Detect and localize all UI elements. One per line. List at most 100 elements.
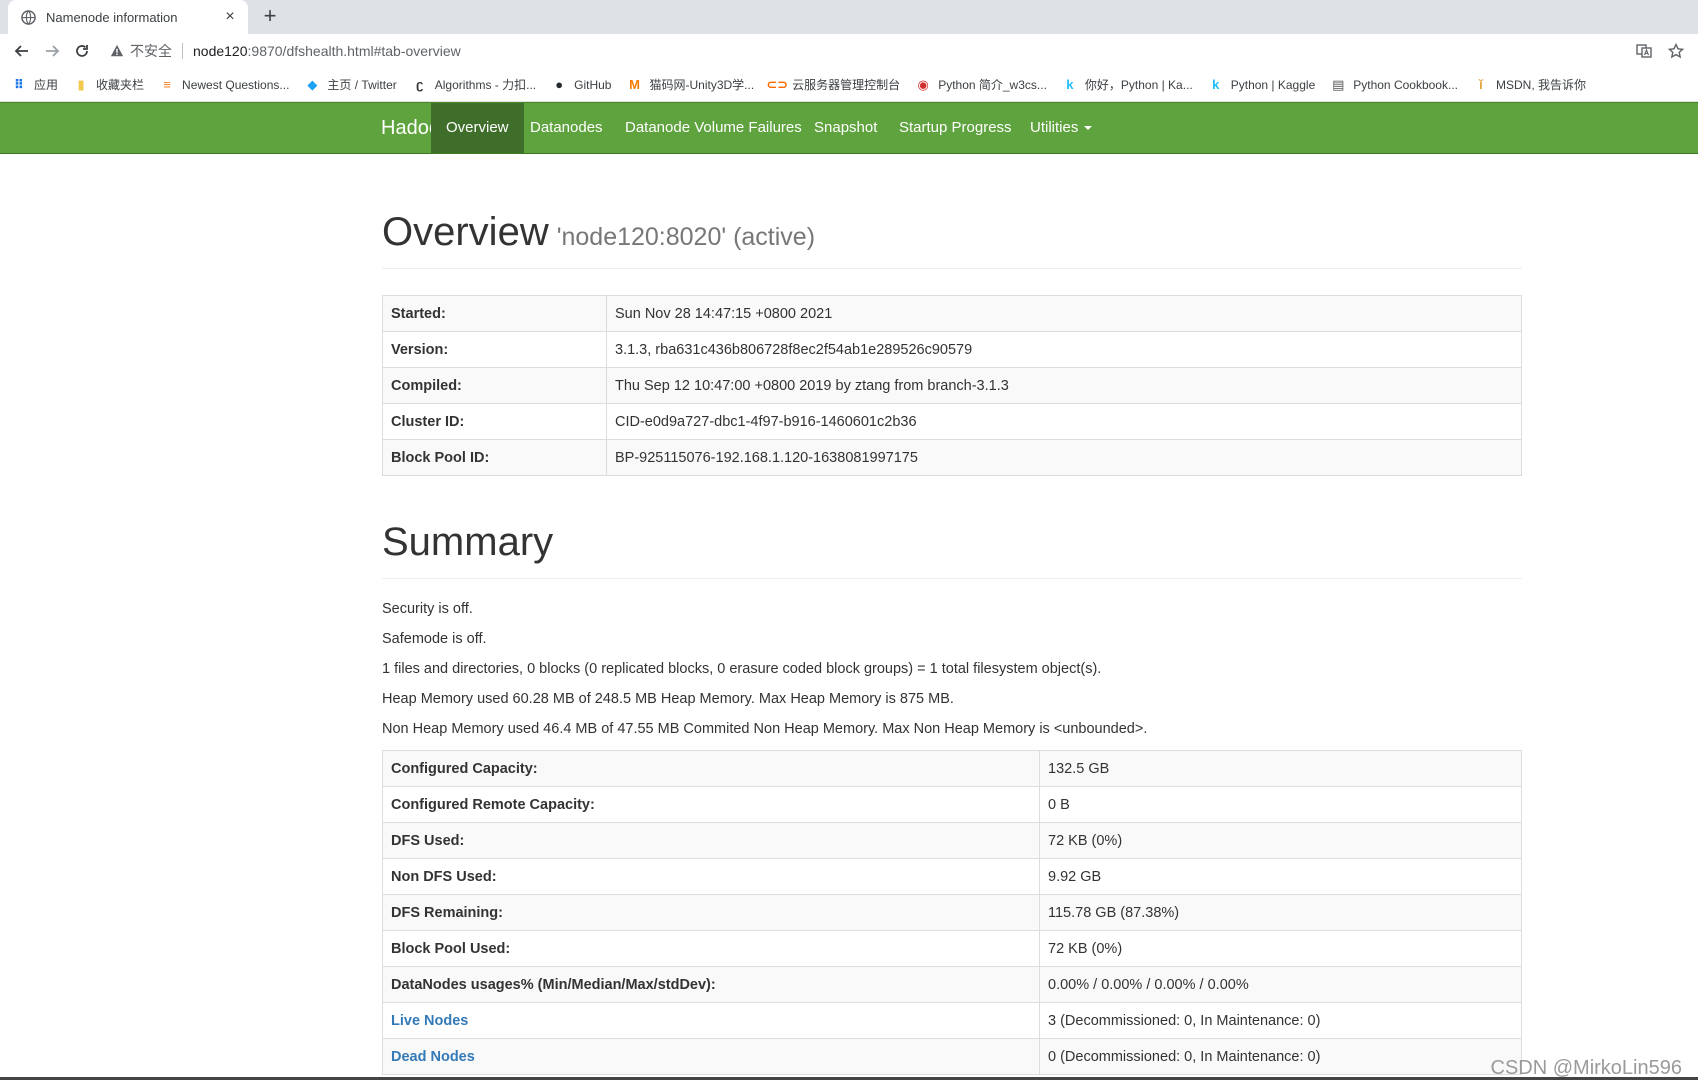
not-secure-label: 不安全 [130,43,172,59]
bookmark-item[interactable]: ⊂⊃ 云服务器管理控制台 [766,76,900,93]
dead-nodes-link[interactable]: Dead Nodes [391,1049,475,1065]
summary-key: DataNodes usages% (Min/Median/Max/stdDev… [382,966,1040,1003]
bookmark-item[interactable]: ʗ Algorithms - 力扣... [413,76,536,93]
nav-datanodes[interactable]: Datanodes [515,103,618,153]
bookmark-label: 应用 [34,78,59,92]
leetcode-icon: ʗ [416,77,424,92]
github-icon: ● [555,77,564,92]
nav-utilities-label: Utilities [1030,119,1079,136]
nav-startup-progress[interactable]: Startup Progress [884,103,1027,153]
security-status: Security is off. [382,601,473,617]
summary-key: Block Pool Used: [382,930,1040,967]
bookmark-item[interactable]: ▮ 收藏夹栏 [74,76,144,93]
translate-icon[interactable] [1636,43,1652,64]
overview-title-text: Overview [382,210,549,254]
aliyun-icon: ⊂⊃ [766,76,789,92]
tab-title: Namenode information [46,9,178,25]
msdn-icon: ǐ [1479,77,1483,92]
table-row: Cluster ID: CID-e0d9a727-dbc1-4f97-b916-… [382,403,1522,440]
browser-toolbar: 不安全 node120:9870/dfshealth.html#tab-over… [0,34,1698,68]
live-nodes-link[interactable]: Live Nodes [391,1013,468,1029]
bookmark-item[interactable]: ≡ Newest Questions... [160,77,290,92]
summary-value: 115.78 GB (87.38%) [1039,894,1522,931]
bookmark-label: Newest Questions... [182,77,290,92]
table-row: Block Pool Used: 72 KB (0%) [382,930,1522,967]
bookmark-item[interactable]: ǐ MSDN, 我告诉你 [1474,76,1586,93]
summary-value: 0 B [1039,786,1522,823]
summary-title: Summary [382,520,554,564]
summary-lines: Security is off. Safemode is off. 1 file… [382,594,1522,744]
overview-key: Block Pool ID: [382,439,607,476]
table-row: Configured Capacity: 132.5 GB [382,750,1522,787]
bookmark-item[interactable]: ▤ Python Cookbook... [1331,76,1458,92]
url-path: :9870/dfshealth.html#tab-overview [247,43,461,59]
address-bar[interactable]: 不安全 node120:9870/dfshealth.html#tab-over… [110,37,1650,65]
bookmark-label: Python 简介_w3cs... [938,78,1047,92]
bookmark-item[interactable]: ● GitHub [552,77,612,92]
warning-icon [110,44,124,58]
bookmark-label: GitHub [574,77,612,92]
twitter-icon: ◆ [307,76,318,92]
star-bookmark-icon[interactable] [1667,42,1685,64]
nav-overview[interactable]: Overview [431,103,524,153]
bookmark-item[interactable]: k 你好，Python | Ka... [1063,76,1193,93]
toolbar-icons [1636,42,1685,64]
caret-down-icon [1084,126,1093,131]
nav-snapshot[interactable]: Snapshot [799,103,892,153]
nav-utilities[interactable]: Utilities [1015,103,1107,153]
book-icon: ▤ [1332,76,1345,92]
overview-key: Cluster ID: [382,403,607,440]
table-row: DataNodes usages% (Min/Median/Max/stdDev… [382,966,1522,1003]
nav-datanode-volume-failures[interactable]: Datanode Volume Failures [610,103,817,153]
summary-header: Summary [382,514,1522,579]
table-row: Dead Nodes 0 (Decommissioned: 0, In Main… [382,1038,1522,1075]
table-row: DFS Remaining: 115.78 GB (87.38%) [382,894,1522,931]
kaggle-icon: k [1066,77,1074,92]
summary-key: DFS Used: [382,822,1040,859]
bookmark-label: 主页 / Twitter [327,78,397,92]
hadoop-navbar: Hadoop Overview Datanodes Datanode Volum… [0,102,1698,154]
overview-value: Thu Sep 12 10:47:00 +0800 2019 by ztang … [606,367,1522,404]
filesystem-objects: 1 files and directories, 0 blocks (0 rep… [382,661,1102,677]
bookmark-item[interactable]: M 猫码网-Unity3D学... [627,76,754,93]
overview-title: Overview'node120:8020' (active) [382,208,1522,261]
overview-header: Overview'node120:8020' (active) [382,208,1522,269]
bookmark-item[interactable]: ◉ Python 简介_w3cs... [916,76,1047,93]
table-row: Live Nodes 3 (Decommissioned: 0, In Main… [382,1002,1522,1039]
overview-value: BP-925115076-192.168.1.120-1638081997175 [606,439,1522,476]
bookmark-label: 你好，Python | Ka... [1084,78,1193,92]
safemode-status: Safemode is off. [382,631,487,647]
bookmark-item[interactable]: k Python | Kaggle [1209,77,1316,92]
summary-value: 132.5 GB [1039,750,1522,787]
bookmark-item[interactable]: ⠿ 应用 [12,76,58,93]
overview-table: Started: Sun Nov 28 14:47:15 +0800 2021 … [382,295,1522,476]
bookmark-label: 收藏夹栏 [96,78,145,92]
apps-icon: ⠿ [13,76,25,92]
table-row: Configured Remote Capacity: 0 B [382,786,1522,823]
browser-tab[interactable]: Namenode information × [8,0,248,34]
close-tab-icon[interactable]: × [222,8,238,26]
back-arrow-icon[interactable] [10,39,34,63]
non-heap-memory: Non Heap Memory used 46.4 MB of 47.55 MB… [382,721,1148,737]
w3c-icon: ◉ [917,76,929,92]
summary-key: Configured Capacity: [382,750,1040,787]
summary-key: DFS Remaining: [382,894,1040,931]
bookmark-label: Python | Kaggle [1230,77,1316,92]
summary-value: 72 KB (0%) [1039,930,1522,967]
browser-tabstrip: Namenode information × + [0,0,1698,34]
reload-icon[interactable] [70,39,94,63]
summary-table: Configured Capacity: 132.5 GB Configured… [382,750,1522,1075]
bookmark-label: MSDN, 我告诉你 [1495,78,1586,92]
overview-key: Version: [382,331,607,368]
new-tab-button[interactable]: + [258,5,282,29]
omnibox-divider [182,43,183,59]
forward-arrow-icon[interactable] [40,39,64,63]
table-row: Started: Sun Nov 28 14:47:15 +0800 2021 [382,295,1522,332]
bookmark-label: Algorithms - 力扣... [434,78,537,92]
table-row: Block Pool ID: BP-925115076-192.168.1.12… [382,439,1522,476]
summary-key: Non DFS Used: [382,858,1040,895]
table-row: DFS Used: 72 KB (0%) [382,822,1522,859]
bookmark-item[interactable]: ◆ 主页 / Twitter [305,76,396,93]
bookmark-label: 猫码网-Unity3D学... [649,78,755,92]
url-host: node120 [193,43,248,59]
